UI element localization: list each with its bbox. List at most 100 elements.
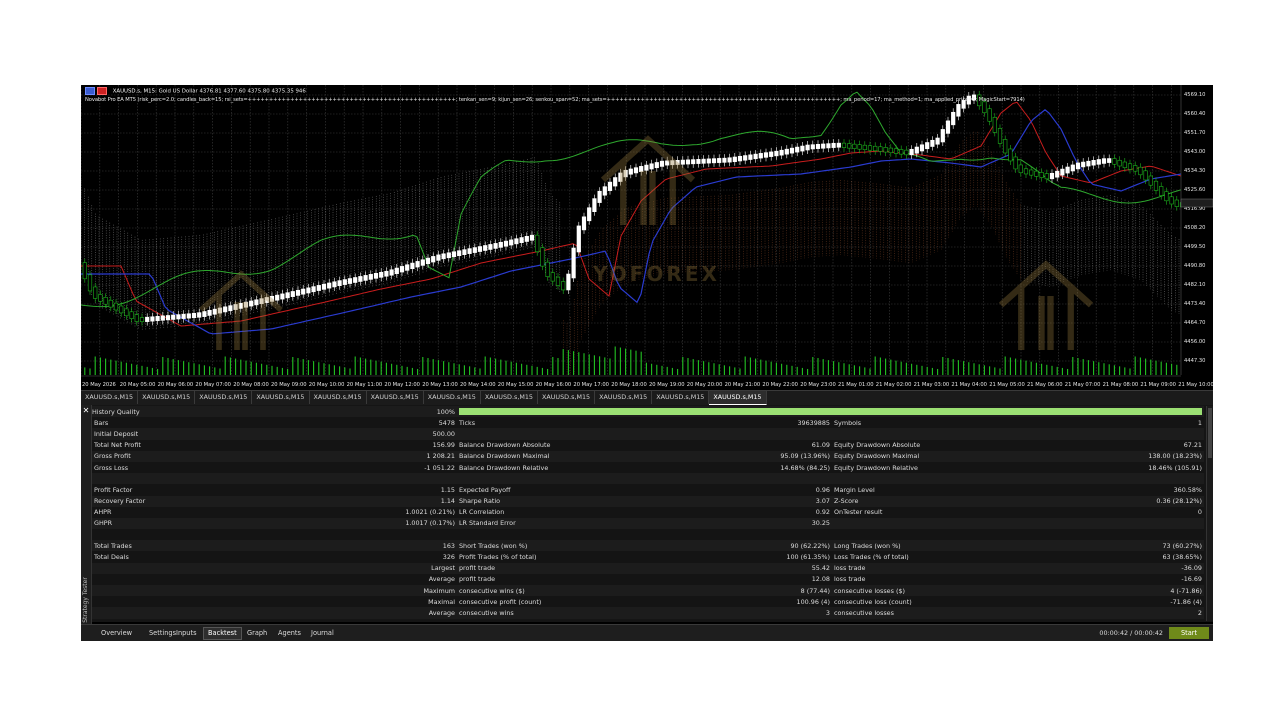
candle-body xyxy=(587,207,592,222)
report-value xyxy=(292,529,457,541)
candle-body xyxy=(394,267,399,275)
symbol-tab[interactable]: XAUUSD.s,M15 xyxy=(81,391,139,404)
candle-body xyxy=(93,286,98,299)
symbol-tab[interactable]: XAUUSD.s,M15 xyxy=(538,391,596,404)
vertical-scrollbar[interactable] xyxy=(1206,406,1213,621)
report-label: consecutive loss (count) xyxy=(832,596,1062,608)
flag-icon xyxy=(85,87,95,95)
candle-body xyxy=(290,291,295,297)
symbol-tab[interactable]: XAUUSD.s,M15 xyxy=(424,391,481,404)
price-label: 4499.50 xyxy=(1184,244,1205,250)
table-row: Gross Profit 1 208.21 Balance Drawdown Max… xyxy=(92,450,1204,462)
tester-side-strip: ✕ Strategy Tester xyxy=(81,405,92,641)
candle-body xyxy=(493,243,498,249)
report-value: 1.14 xyxy=(292,495,457,507)
candle-body xyxy=(431,256,436,263)
chart-tick-volume: 946 xyxy=(295,88,306,95)
report-value: 0.96 xyxy=(687,484,832,496)
time-label: 21 May 07:00 xyxy=(1065,382,1101,388)
elapsed-timer: 00:00:42 / 00:00:42 xyxy=(1099,629,1163,637)
report-label: Balance Drawdown Maximal xyxy=(457,450,687,462)
candle-body xyxy=(1096,159,1101,165)
candle-body xyxy=(119,305,124,314)
report-label xyxy=(832,428,1062,440)
chart-canvas: YOFOREX 4569.10 4560.40 4551.70 4543.00 4534.… xyxy=(81,85,1213,388)
report-label: loss trade xyxy=(832,562,1062,574)
candle-body xyxy=(368,274,373,280)
report-label: Ticks xyxy=(457,417,687,429)
candle-body xyxy=(841,142,847,148)
table-row: Bars 5478 Ticks 39639885 Symbols 1 xyxy=(92,417,1204,429)
report-label: consecutive wins ($) xyxy=(457,585,687,597)
candle-body xyxy=(197,312,202,318)
candle-body xyxy=(815,144,821,149)
candle-body xyxy=(363,275,368,281)
candle-body xyxy=(457,250,462,257)
symbol-tab[interactable]: XAUUSD.s,M15 xyxy=(709,391,767,405)
report-label: Margin Level xyxy=(832,484,1062,496)
report-label: loss trade xyxy=(832,573,1062,585)
candle-body xyxy=(150,316,155,322)
symbol-tab[interactable]: XAUUSD.s,M15 xyxy=(367,391,424,404)
symbol-tab[interactable]: XAUUSD.s,M15 xyxy=(310,391,367,404)
tab-graph[interactable]: Graph xyxy=(243,628,271,639)
report-value xyxy=(687,529,832,541)
time-label: 20 May 12:00 xyxy=(384,382,420,388)
candle-body xyxy=(529,234,535,241)
tab-backtest[interactable]: Backtest xyxy=(203,627,242,640)
report-label: Total Net Profit xyxy=(92,439,292,451)
candle-body xyxy=(1065,166,1070,174)
tab-journal[interactable]: Journal xyxy=(307,628,338,639)
candle-body xyxy=(639,166,644,172)
report-value: Average xyxy=(292,573,457,585)
report-value xyxy=(1062,428,1204,440)
candle-body xyxy=(379,271,384,278)
candle-body xyxy=(228,305,233,312)
candle-body xyxy=(176,314,181,320)
candle-body xyxy=(98,294,103,302)
symbol-tab[interactable]: XAUUSD.s,M15 xyxy=(138,391,196,404)
candle-body xyxy=(358,276,363,282)
candle-body xyxy=(940,129,945,143)
candle-body xyxy=(82,262,87,280)
report-label xyxy=(92,573,292,585)
table-row: AHPR 1.0021 (0.21%) LR Correlation 0.92 OnTe… xyxy=(92,506,1204,518)
candle-body xyxy=(519,237,524,244)
price-chart[interactable]: YOFOREX 4569.10 4560.40 4551.70 4543.00 4534.… xyxy=(81,85,1213,390)
candle-body xyxy=(706,158,711,164)
price-label: 4464.70 xyxy=(1184,320,1205,326)
candle-body xyxy=(249,300,254,307)
symbol-tab[interactable]: XAUUSD.s,M15 xyxy=(252,391,310,404)
tab-inputs[interactable]: Inputs xyxy=(172,628,201,639)
candle-body xyxy=(389,269,394,276)
candle-body xyxy=(956,104,961,117)
tab-agents[interactable]: Agents xyxy=(274,628,305,639)
candle-body xyxy=(415,261,420,268)
candle-body xyxy=(202,311,207,317)
candle-body xyxy=(561,281,566,291)
table-row: History Quality 100% xyxy=(92,406,1204,418)
time-label: 20 May 08:00 xyxy=(233,382,269,388)
tab-overview[interactable]: Overview xyxy=(97,628,136,639)
table-row: Total Deals 326 Profit Trades (% of total)… xyxy=(92,551,1204,563)
report-value xyxy=(687,428,832,440)
start-button[interactable]: Start xyxy=(1169,627,1209,639)
candle-body xyxy=(727,157,732,163)
symbol-tab[interactable]: XAUUSD.s,M15 xyxy=(481,391,538,404)
close-icon[interactable]: ✕ xyxy=(82,407,90,415)
report-label: consecutive losses ($) xyxy=(832,585,1062,597)
symbol-tab[interactable]: XAUUSD.s,M15 xyxy=(195,391,253,404)
report-value: 1 208.21 xyxy=(292,450,457,462)
candle-body xyxy=(509,239,514,246)
symbol-tab[interactable]: XAUUSD.s,M15 xyxy=(652,391,710,404)
candle-body xyxy=(129,311,134,319)
report-label xyxy=(92,529,292,541)
chart-ohlc: 4376.81 4377.60 4375.80 4375.35 xyxy=(199,88,294,95)
report-label: Symbols xyxy=(832,417,1062,429)
report-label xyxy=(92,473,292,485)
scrollbar-thumb[interactable] xyxy=(1208,408,1212,458)
report-label xyxy=(457,529,687,541)
time-label: 20 May 13:00 xyxy=(422,382,458,388)
candle-body xyxy=(883,147,888,153)
symbol-tab[interactable]: XAUUSD.s,M15 xyxy=(595,391,653,404)
